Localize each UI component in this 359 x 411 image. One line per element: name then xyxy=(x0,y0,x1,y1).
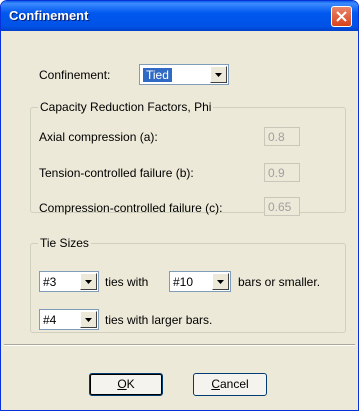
bar-size-value: #10 xyxy=(173,275,194,289)
compression-controlled-value: 0.65 xyxy=(268,200,292,214)
chevron-down-icon xyxy=(217,280,224,284)
axial-compression-value: 0.8 xyxy=(268,130,285,144)
chevron-down-icon xyxy=(85,280,92,284)
separator xyxy=(4,344,355,346)
confinement-label: Confinement: xyxy=(39,68,111,82)
ok-accelerator: O xyxy=(117,377,127,391)
axial-compression-label: Axial compression (a): xyxy=(39,130,158,144)
confinement-select[interactable]: Tied xyxy=(139,64,229,85)
tension-controlled-label: Tension-controlled failure (b): xyxy=(39,166,194,180)
cancel-button[interactable]: Cancel xyxy=(193,373,267,396)
close-button[interactable] xyxy=(331,6,352,27)
tie-sizes-title: Tie Sizes xyxy=(38,236,91,250)
tension-controlled-field: 0.9 xyxy=(264,163,300,182)
ok-label: K xyxy=(126,377,135,391)
large-tie-value: #4 xyxy=(43,313,57,327)
compression-controlled-label: Compression-controlled failure (c): xyxy=(39,201,223,215)
cancel-label: ancel xyxy=(219,377,249,391)
dialog-body: Confinement: Tied Capacity Reduction Fac… xyxy=(4,31,355,407)
ties-larger-label: ties with larger bars. xyxy=(105,313,213,327)
dropdown-button[interactable] xyxy=(80,273,97,290)
confinement-value: Tied xyxy=(143,68,172,82)
cancel-accelerator: C xyxy=(211,377,220,391)
small-tie-select[interactable]: #3 xyxy=(39,271,99,292)
window-title: Confinement xyxy=(9,8,89,23)
bars-or-smaller-label: bars or smaller. xyxy=(238,275,321,289)
title-bar[interactable]: Confinement xyxy=(1,1,358,31)
small-tie-value: #3 xyxy=(43,275,57,289)
ok-button[interactable]: OK xyxy=(89,373,163,396)
chevron-down-icon xyxy=(215,73,222,77)
chevron-down-icon xyxy=(85,318,92,322)
compression-controlled-field: 0.65 xyxy=(264,197,300,216)
bar-size-select[interactable]: #10 xyxy=(169,271,231,292)
ties-with-label: ties with xyxy=(105,275,149,289)
phi-group-title: Capacity Reduction Factors, Phi xyxy=(38,100,214,114)
close-icon xyxy=(336,11,347,22)
tension-controlled-value: 0.9 xyxy=(268,166,285,180)
dropdown-button[interactable] xyxy=(212,273,229,290)
large-tie-select[interactable]: #4 xyxy=(39,309,99,330)
dialog-window: Confinement Confinement: Tied Capacity R… xyxy=(0,0,359,411)
dropdown-button[interactable] xyxy=(80,311,97,328)
axial-compression-field: 0.8 xyxy=(264,127,300,146)
dropdown-button[interactable] xyxy=(210,66,227,83)
